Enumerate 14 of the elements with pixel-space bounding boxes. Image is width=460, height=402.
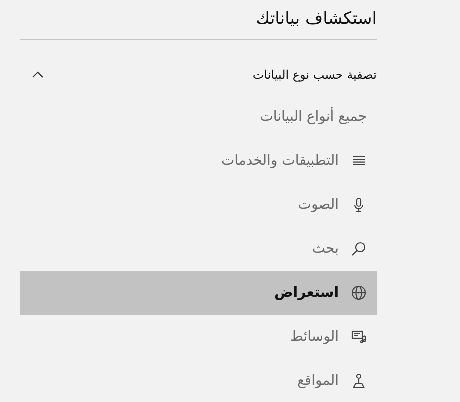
filter-item[interactable]: جميع أنواع البيانات: [20, 95, 377, 139]
search-icon: [351, 241, 367, 257]
person-pin-icon: [351, 373, 367, 389]
filter-item[interactable]: المواقع: [20, 359, 377, 402]
filter-item[interactable]: استعراض: [20, 271, 377, 315]
chevron-icon: [32, 71, 44, 79]
page-title: استكشاف بياناتك: [256, 8, 377, 31]
filter-item[interactable]: الصوت: [20, 183, 377, 227]
globe-icon: [351, 285, 367, 301]
filter-item[interactable]: التطبيقات والخدمات: [20, 139, 377, 183]
filter-header[interactable]: تصفية حسب نوع البيانات: [20, 55, 377, 95]
filter-item[interactable]: الوسائط: [20, 315, 377, 359]
media-icon: [351, 329, 367, 345]
filter-item[interactable]: بحث: [20, 227, 377, 271]
